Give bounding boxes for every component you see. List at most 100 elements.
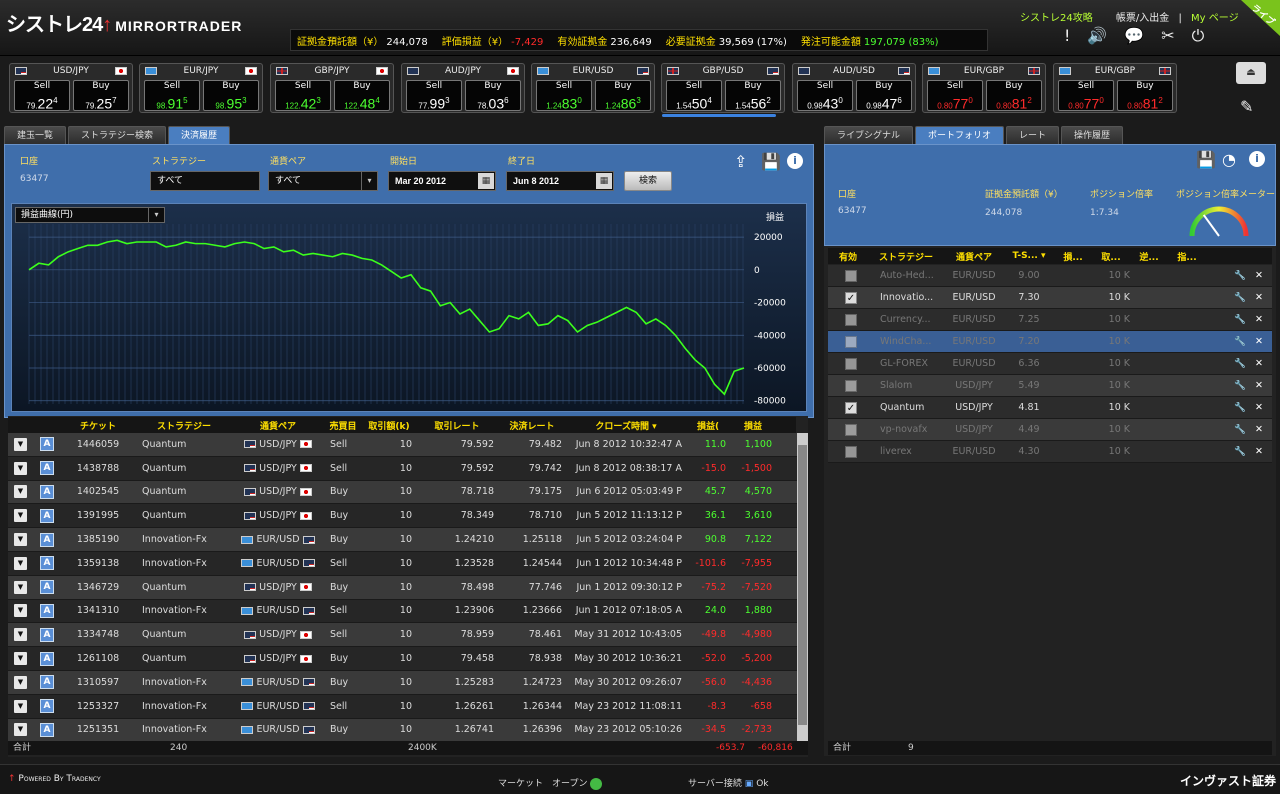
chevron-down-icon[interactable]: ▼ [14, 580, 27, 594]
portfolio-col-header[interactable]: 指... [1168, 250, 1206, 263]
row-dropdown-cell[interactable]: ▼ [8, 652, 34, 666]
row-dropdown-cell[interactable]: ▼ [8, 437, 34, 451]
table-row[interactable]: ▼ A 1385190 Innovation-Fx EUR/USD Buy 10 1.24… [8, 528, 797, 552]
row-auto-cell[interactable]: A [34, 508, 60, 523]
row-auto-cell[interactable]: A [34, 651, 60, 666]
auto-icon[interactable]: A [40, 603, 54, 618]
table-row[interactable]: ▼ A 1402545 Quantum USD/JPY Buy 10 78.718 79.1… [8, 480, 797, 505]
sell-button[interactable]: Sell 1.54504 [666, 80, 722, 112]
chevron-down-icon[interactable]: ▼ [14, 628, 27, 642]
sell-button[interactable]: Sell 77.993 [406, 80, 462, 112]
enable-cell[interactable] [828, 379, 868, 392]
table-row[interactable]: ▼ A 1251351 Innovation-Fx EUR/USD Buy 10 1.26… [8, 718, 797, 743]
table-row[interactable]: ▼ A 1446059 Quantum USD/JPY Sell 10 79.592 79.… [8, 433, 797, 457]
portfolio-row[interactable]: Auto-Hed... EUR/USD 9.00 10 K 🔧 ✕ [828, 265, 1272, 287]
buy-button[interactable]: Buy 0.98476 [856, 80, 912, 112]
buy-button[interactable]: Buy 0.80812 [986, 80, 1042, 112]
sell-button[interactable]: Sell 0.98430 [797, 80, 853, 112]
row-dropdown-cell[interactable]: ▼ [8, 461, 34, 475]
row-dropdown-cell[interactable]: ▼ [8, 723, 34, 737]
chevron-down-icon[interactable]: ▼ [14, 604, 27, 618]
chevron-down-icon[interactable]: ▼ [14, 723, 27, 737]
wrench-icon[interactable]: 🔧 [1206, 314, 1246, 325]
quote-tile[interactable]: AUD/USD Sell 0.98430 Buy 0.98476 [792, 63, 916, 113]
enable-checkbox[interactable]: ✓ [845, 291, 857, 304]
enable-checkbox[interactable] [845, 423, 857, 436]
wrench-icon[interactable]: 🔧 [1206, 446, 1246, 457]
end-date-input[interactable]: Jun 8 2012 ▦ [506, 171, 614, 191]
alert-icon[interactable]: ! [1064, 26, 1070, 46]
enable-checkbox[interactable] [845, 269, 857, 282]
enable-cell[interactable] [828, 313, 868, 326]
trade-col-header[interactable]: 取引額(k) [362, 419, 416, 432]
close-icon[interactable]: ✕ [1246, 446, 1272, 457]
auto-icon[interactable]: A [40, 437, 54, 452]
portfolio-row[interactable]: GL-FOREX EUR/USD 6.36 10 K 🔧 ✕ [828, 353, 1272, 375]
wrench-icon[interactable]: 🔧 [1206, 270, 1246, 281]
row-auto-cell[interactable]: A [34, 722, 60, 737]
trade-col-header[interactable]: 決済レート [498, 419, 566, 432]
trade-col-header[interactable]: クローズ時間 ▾ [566, 419, 686, 432]
portfolio-row[interactable]: WindCha... EUR/USD 7.20 10 K 🔧 ✕ [828, 331, 1272, 353]
close-icon[interactable]: ✕ [1246, 402, 1272, 413]
chevron-down-icon[interactable]: ▼ [14, 485, 27, 499]
row-auto-cell[interactable]: A [34, 603, 60, 618]
buy-button[interactable]: Buy 122.484 [334, 80, 390, 112]
info-icon[interactable]: i [1249, 151, 1265, 167]
enable-checkbox[interactable] [845, 335, 857, 348]
portfolio-col-header[interactable]: T-S... ▾ [1004, 251, 1054, 261]
enable-cell[interactable] [828, 445, 868, 458]
wrench-icon[interactable]: 🔧 [1206, 292, 1246, 303]
chevron-down-icon[interactable]: ▼ [14, 437, 27, 451]
chevron-down-icon[interactable]: ▼ [14, 461, 27, 475]
auto-icon[interactable]: A [40, 699, 54, 714]
row-auto-cell[interactable]: A [34, 484, 60, 499]
row-dropdown-cell[interactable]: ▼ [8, 533, 34, 547]
portfolio-row[interactable]: liverex EUR/USD 4.30 10 K 🔧 ✕ [828, 441, 1272, 463]
portfolio-col-header[interactable]: 通貨ペア [944, 250, 1004, 263]
quote-tile[interactable]: EUR/USD Sell 1.24830 Buy 1.24863 [531, 63, 655, 113]
export-icon[interactable]: ⇪ [734, 152, 747, 171]
close-icon[interactable]: ✕ [1246, 380, 1272, 391]
enable-checkbox[interactable] [845, 379, 857, 392]
enable-cell[interactable] [828, 423, 868, 436]
enable-checkbox[interactable] [845, 445, 857, 458]
tab-2[interactable]: レート [1006, 126, 1060, 144]
buy-button[interactable]: Buy 0.80812 [1117, 80, 1173, 112]
buy-button[interactable]: Buy 79.257 [73, 80, 129, 112]
row-dropdown-cell[interactable]: ▼ [8, 604, 34, 618]
buy-button[interactable]: Buy 1.24863 [595, 80, 651, 112]
quote-tile[interactable]: EUR/JPY Sell 98.915 Buy 98.953 [139, 63, 263, 113]
report-link[interactable]: 帳票/入出金 [1116, 13, 1169, 24]
chevron-down-icon[interactable]: ▼ [14, 556, 27, 570]
tab-3[interactable]: 操作履歴 [1061, 126, 1124, 144]
row-auto-cell[interactable]: A [34, 556, 60, 571]
quote-tile[interactable]: EUR/GBP Sell 0.80770 Buy 0.80812 [922, 63, 1046, 113]
portfolio-col-header[interactable]: 取... [1092, 250, 1130, 263]
auto-icon[interactable]: A [40, 675, 54, 690]
enable-cell[interactable] [828, 335, 868, 348]
table-row[interactable]: ▼ A 1346729 Quantum USD/JPY Buy 10 78.498 77.7… [8, 575, 797, 600]
portfolio-row[interactable]: Slalom USD/JPY 5.49 10 K 🔧 ✕ [828, 375, 1272, 397]
trade-col-header[interactable]: チケット [60, 419, 136, 432]
auto-icon[interactable]: A [40, 508, 54, 523]
chevron-down-icon[interactable]: ▼ [14, 533, 27, 547]
trade-col-header[interactable]: 売買目 [324, 419, 362, 432]
table-row[interactable]: ▼ A 1334748 Quantum USD/JPY Sell 10 78.959 78.… [8, 623, 797, 648]
power-icon[interactable]: ⏻ [1192, 26, 1205, 46]
row-dropdown-cell[interactable]: ▼ [8, 628, 34, 642]
auto-icon[interactable]: A [40, 580, 54, 595]
save-icon[interactable]: 💾 [761, 152, 781, 171]
chevron-down-icon[interactable]: ▼ [14, 699, 27, 713]
enable-checkbox[interactable] [845, 357, 857, 370]
collapse-button[interactable]: ⏏ [1236, 62, 1266, 84]
table-row[interactable]: ▼ A 1391995 Quantum USD/JPY Buy 10 78.349 78.7… [8, 504, 797, 529]
sell-button[interactable]: Sell 122.423 [275, 80, 331, 112]
portfolio-col-header[interactable]: 損... [1054, 250, 1092, 263]
trade-col-header[interactable]: 損益( [686, 419, 730, 432]
row-dropdown-cell[interactable]: ▼ [8, 509, 34, 523]
start-date-input[interactable]: Mar 20 2012 ▦ [388, 171, 496, 191]
calendar-icon[interactable]: ▦ [596, 173, 612, 189]
row-dropdown-cell[interactable]: ▼ [8, 485, 34, 499]
close-icon[interactable]: ✕ [1246, 336, 1272, 347]
